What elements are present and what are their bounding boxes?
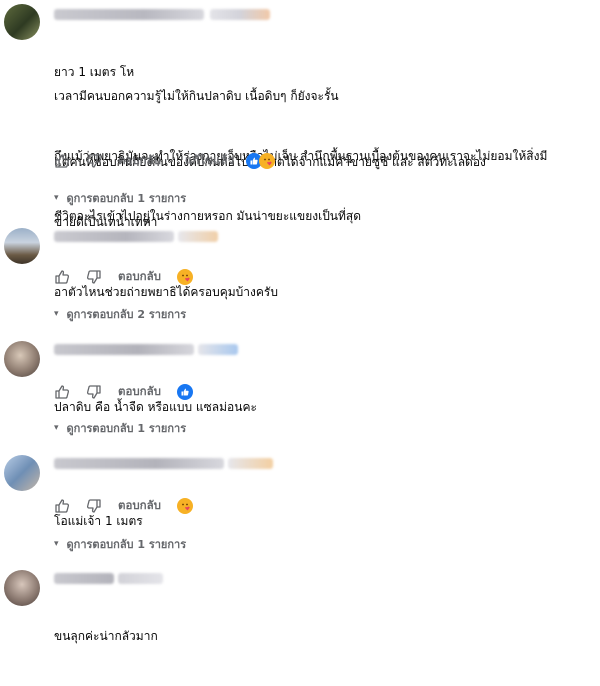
chevron-down-icon: ▾ (54, 539, 59, 549)
reaction-summary[interactable] (177, 269, 193, 285)
like-reaction-icon (177, 384, 193, 400)
reply-button[interactable]: ตอบกลับ (118, 497, 161, 515)
commenter-name[interactable] (54, 344, 194, 355)
dislike-icon[interactable] (86, 269, 102, 285)
view-replies-button[interactable]: ▾ ดูการตอบกลับ 1 รายการ (54, 420, 186, 436)
chevron-down-icon: ▾ (54, 309, 59, 319)
commenter-name-extra (228, 458, 273, 469)
commenter-name[interactable] (54, 9, 204, 20)
view-replies-label: ดูการตอบกลับ 2 รายการ (66, 308, 187, 321)
comment-text: อาตัวไหนช่วยถ่ายพยาธิได้ครอบคุมบ้างครับ (54, 285, 278, 299)
reaction-summary[interactable] (177, 384, 193, 400)
commenter-name[interactable] (54, 231, 174, 242)
avatar[interactable] (4, 228, 40, 264)
avatar[interactable] (4, 4, 40, 40)
chevron-down-icon: ▾ (54, 193, 59, 203)
reaction-summary[interactable] (177, 498, 193, 514)
comment-actions: ตอบกลับ (54, 496, 193, 516)
reply-button[interactable]: ตอบกลับ (118, 268, 161, 286)
care-reaction-icon (177, 269, 193, 285)
commenter-name-extra (178, 231, 218, 242)
like-icon[interactable] (54, 498, 70, 514)
like-icon[interactable] (54, 153, 70, 169)
view-replies-label: ดูการตอบกลับ 1 รายการ (66, 422, 187, 435)
view-replies-button[interactable]: ▾ ดูการตอบกลับ 1 รายการ (54, 536, 186, 552)
view-replies-button[interactable]: ▾ ดูการตอบกลับ 2 รายการ (54, 306, 186, 322)
commenter-name[interactable] (54, 573, 114, 584)
comment-text: ขนลุกค่ะน่ากลัวมาก (54, 629, 158, 643)
commenter-name-extra (210, 9, 270, 20)
care-reaction-icon (177, 498, 193, 514)
care-reaction-icon (258, 153, 275, 169)
commenter-name-extra (198, 344, 238, 355)
reaction-summary[interactable] (245, 153, 275, 169)
dislike-icon[interactable] (86, 153, 102, 169)
comment-text: ปลาดิบ คือ น้ำจืด หรือแบบ แซลม่อนคะ (54, 400, 257, 414)
avatar[interactable] (4, 341, 40, 377)
reply-button[interactable]: ตอบกลับ (118, 152, 161, 170)
commenter-name[interactable] (54, 458, 224, 469)
like-icon[interactable] (54, 269, 70, 285)
reply-button[interactable]: ตอบกลับ (118, 383, 161, 401)
edited-label: แก้ไขแล้ว (185, 153, 234, 167)
comment-actions: ตอบกลับ แก้ไขแล้ว (54, 151, 275, 171)
view-replies-label: ดูการตอบกลับ 1 รายการ (66, 538, 187, 551)
dislike-icon[interactable] (86, 384, 102, 400)
like-icon[interactable] (54, 384, 70, 400)
comment-actions: ตอบกลับ (54, 382, 193, 402)
dislike-icon[interactable] (86, 498, 102, 514)
commenter-name-extra (118, 573, 163, 584)
avatar[interactable] (4, 455, 40, 491)
comment-actions: ตอบกลับ (54, 267, 193, 287)
view-replies-button[interactable]: ▾ ดูการตอบกลับ 1 รายการ (54, 190, 186, 206)
view-replies-label: ดูการตอบกลับ 1 รายการ (66, 192, 187, 205)
avatar[interactable] (4, 570, 40, 606)
chevron-down-icon: ▾ (54, 423, 59, 433)
comment-text: โอแม่เจ้า 1 เมตร (54, 514, 143, 528)
